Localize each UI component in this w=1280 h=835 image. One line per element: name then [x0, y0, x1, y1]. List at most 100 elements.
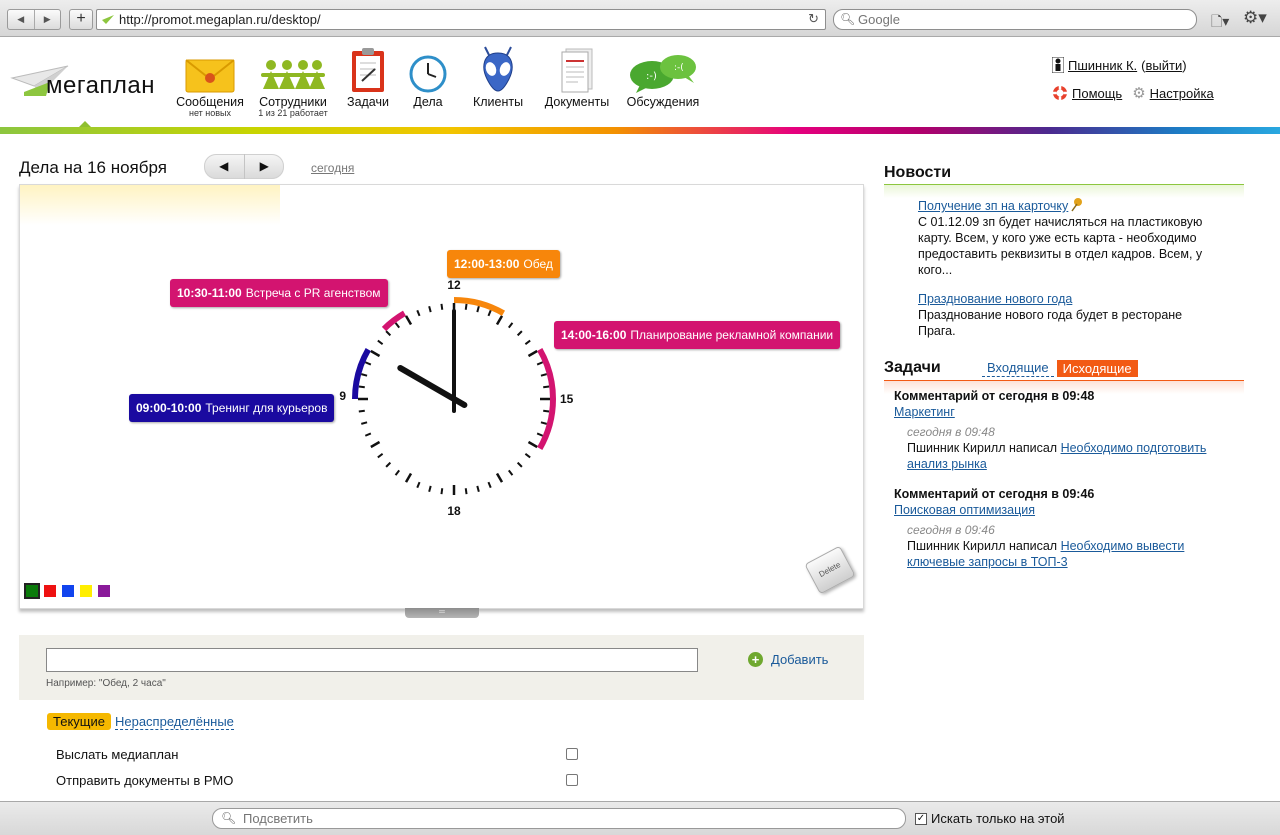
color-swatch[interactable]	[24, 583, 40, 599]
add-button[interactable]: + Добавить	[748, 652, 828, 667]
add-button-label[interactable]: Добавить	[771, 652, 828, 667]
logout-link[interactable]: выйти	[1145, 58, 1182, 73]
find-bar: 🔍︎ ✓ Искать только на этой	[0, 801, 1280, 835]
tab-current[interactable]: Текущие	[47, 713, 111, 730]
find-input[interactable]	[243, 811, 883, 826]
news-title: Новости	[884, 164, 952, 181]
quarter-tick	[416, 481, 421, 489]
nav-affairs[interactable]: Дела	[405, 43, 451, 109]
user-name-link[interactable]: Пшинник К.	[1068, 58, 1137, 73]
document-icon	[541, 43, 613, 93]
alien-icon	[468, 43, 528, 93]
address-bar[interactable]: http://promot.megaplan.ru/desktop/ ↻	[96, 9, 826, 30]
news-item-body: Празднование нового года будет в рестора…	[918, 308, 1183, 338]
todo-tabs: Текущие Нераспределённые	[47, 713, 234, 730]
gear-icon[interactable]: ⚙▾	[1243, 8, 1267, 28]
nav-affairs-label: Дела	[413, 95, 443, 109]
browser-search-input[interactable]	[858, 12, 1178, 27]
quarter-tick	[543, 385, 550, 389]
quarter-tick	[428, 306, 432, 313]
help-link[interactable]: Помощь	[1072, 86, 1122, 101]
user-icon	[1052, 57, 1064, 73]
nav-employees-sub: 1 из 21 работает	[258, 108, 328, 118]
hour-label-top: 12	[447, 278, 461, 292]
comment-date: сегодня в 09:48	[907, 425, 995, 439]
find-this-page-option[interactable]: ✓ Искать только на этой	[915, 811, 1065, 826]
quarter-tick	[377, 452, 384, 459]
quarter-tick	[476, 306, 480, 313]
nav-discussions-label: Обсуждения	[626, 95, 700, 109]
news-item: Получение зп на карточку С 01.12.09 зп б…	[918, 198, 1223, 278]
comment-task-link[interactable]: Поисковая оптимизация	[894, 503, 1035, 517]
quarter-tick	[358, 409, 365, 413]
color-swatch[interactable]	[44, 585, 56, 597]
panel-resize-handle[interactable]: ═	[405, 608, 479, 618]
color-swatch[interactable]	[98, 585, 110, 597]
color-swatch[interactable]	[62, 585, 74, 597]
megaplan-logo[interactable]: мегаплан	[10, 62, 170, 102]
tab-incoming[interactable]: Входящие	[982, 359, 1054, 377]
today-link[interactable]: сегодня	[311, 161, 354, 175]
pin-icon	[1071, 198, 1083, 212]
reload-icon[interactable]: ↻	[808, 11, 819, 27]
news-item-title[interactable]: Празднование нового года	[918, 292, 1072, 306]
next-day-button[interactable]: ▶	[245, 154, 285, 179]
todo-checkbox[interactable]	[566, 748, 578, 760]
event-arc	[381, 310, 407, 332]
quarter-tick	[516, 330, 523, 337]
browser-search-box[interactable]: 🔍︎	[833, 9, 1197, 30]
news-item: Празднование нового года Празднование но…	[918, 291, 1223, 339]
find-checkbox-label: Искать только на этой	[931, 811, 1065, 826]
add-task-input[interactable]	[46, 648, 698, 672]
comment-task-link[interactable]: Маркетинг	[894, 405, 955, 419]
clipboard-icon	[343, 43, 393, 93]
quarter-tick	[358, 385, 365, 389]
event-bubble[interactable]: 09:00-10:00 Тренинг для курьеров	[129, 394, 335, 422]
comment-title: Комментарий от сегодня в 09:48	[894, 389, 1095, 403]
hour-tick	[527, 440, 538, 449]
settings-link[interactable]: Настройка	[1150, 86, 1214, 101]
add-task-box: Например: "Обед, 2 часа" + Добавить	[19, 635, 864, 700]
comment-block: Комментарий от сегодня в 09:46 Поисковая…	[894, 486, 1244, 570]
forward-button[interactable]: ▶	[35, 10, 61, 29]
tasks-tabs: Входящие Исходящие	[982, 359, 1138, 377]
tab-outgoing[interactable]: Исходящие	[1056, 359, 1138, 377]
people-icon	[255, 43, 331, 93]
nav-discussions[interactable]: :-):-( Обсуждения	[622, 43, 704, 109]
nav-messages[interactable]: Сообщения нет новых	[175, 43, 245, 118]
event-title: Обед	[523, 257, 553, 271]
find-box[interactable]: 🔍︎	[212, 808, 906, 829]
color-swatch[interactable]	[80, 585, 92, 597]
nav-employees-label: Сотрудники	[259, 95, 327, 109]
quarter-tick	[440, 303, 444, 310]
event-bubble[interactable]: 14:00-16:00 Планирование рекламной компан…	[554, 321, 841, 349]
quarter-tick	[464, 303, 468, 310]
lifebuoy-icon	[1053, 86, 1067, 100]
svg-text::-): :-)	[646, 71, 657, 82]
tab-unassigned[interactable]: Нераспределённые	[114, 714, 234, 730]
event-bubble[interactable]: 10:30-11:00 Встреча с PR агенством	[170, 279, 388, 307]
plus-icon: +	[748, 652, 763, 667]
page-menu-icon[interactable]: 🗋︎▾	[1211, 11, 1229, 35]
nav-documents[interactable]: Документы	[541, 43, 613, 109]
event-time: 09:00-10:00	[136, 401, 202, 415]
new-tab-button[interactable]: +	[69, 9, 93, 30]
news-item-title[interactable]: Получение зп на карточку	[918, 199, 1068, 213]
prev-day-button[interactable]: ◀	[204, 154, 245, 179]
nav-tasks[interactable]: Задачи	[343, 43, 393, 109]
nav-clients[interactable]: Клиенты	[468, 43, 528, 109]
nav-clients-label: Клиенты	[472, 95, 524, 109]
quarter-tick	[385, 330, 392, 337]
search-icon: 🔍︎	[840, 12, 856, 26]
event-bubble[interactable]: 12:00-13:00 Обед	[447, 250, 560, 278]
back-button[interactable]: ◀	[8, 10, 35, 29]
nav-employees[interactable]: Сотрудники 1 из 21 работает	[255, 43, 331, 118]
site-favicon-icon	[102, 15, 114, 24]
address-url[interactable]: http://promot.megaplan.ru/desktop/	[119, 12, 321, 27]
hour-label-left: 9	[339, 389, 346, 403]
settings-gear-icon: ⚙	[1132, 85, 1146, 102]
todo-checkbox[interactable]	[566, 774, 578, 786]
find-checkbox[interactable]: ✓	[915, 812, 927, 825]
comment-body: сегодня в 09:48 Пшинник Кирилл написал Н…	[907, 424, 1244, 472]
envelope-icon	[175, 43, 245, 93]
